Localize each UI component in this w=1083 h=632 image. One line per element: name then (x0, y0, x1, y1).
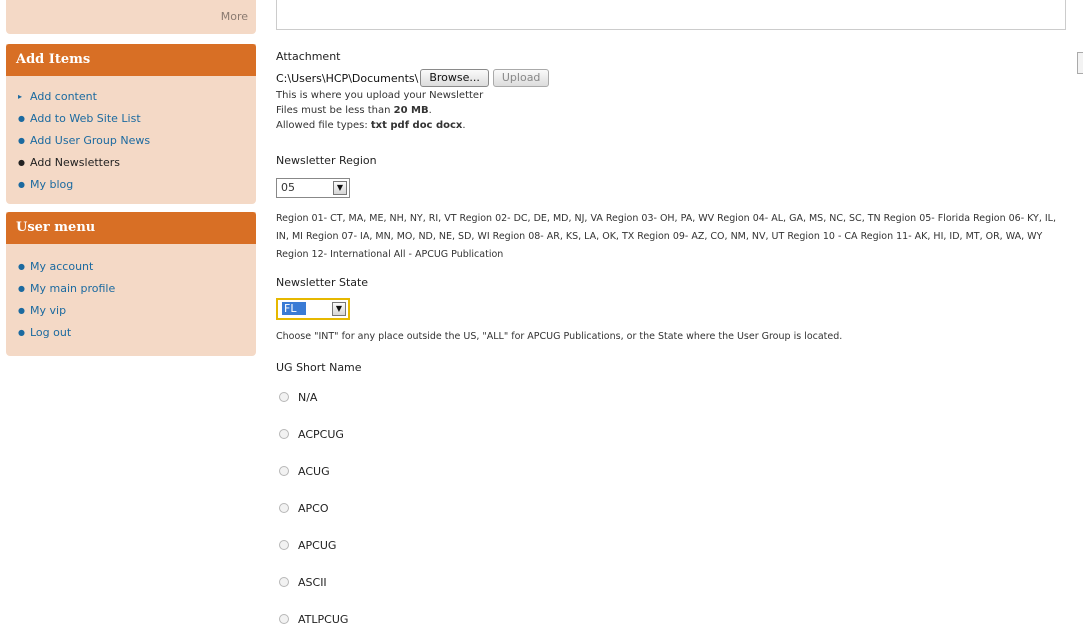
chevron-down-icon[interactable]: ▼ (333, 181, 347, 195)
chevron-down-icon[interactable]: ▼ (332, 302, 346, 316)
sidebar-item-label: Add Newsletters (30, 156, 120, 169)
help-text: . (462, 120, 466, 131)
radio-label: ACUG (298, 464, 330, 478)
upload-button[interactable]: Upload (492, 69, 550, 87)
state-select[interactable]: FL ▼ (276, 298, 350, 320)
dot-bullet-icon: ● (18, 158, 25, 167)
sidebar-item-add-web-site-list[interactable]: ● Add to Web Site List (16, 108, 246, 130)
help-text: Allowed file types: (276, 120, 371, 131)
region-label: Newsletter Region (276, 154, 377, 167)
add-items-title: Add Items (6, 44, 256, 76)
add-items-block: Add Items ▸ Add content ● Add to Web Site … (6, 44, 256, 204)
file-path-input[interactable]: C:\Users\HCP\Documents\ (276, 72, 418, 85)
radio-acug[interactable]: ACUG (279, 463, 330, 479)
attachment-help-3: Allowed file types: txt pdf doc docx. (276, 118, 483, 133)
sidebar-item-label: Add to Web Site List (30, 112, 141, 125)
radio-icon[interactable] (279, 466, 289, 476)
radio-label: N/A (298, 390, 318, 404)
dot-bullet-icon: ● (18, 180, 25, 189)
sidebar-item-my-main-profile[interactable]: ● My main profile (16, 278, 246, 300)
region-help: Region 01- CT, MA, ME, NH, NY, RI, VT Re… (276, 213, 1056, 260)
attachment-help: This is where you upload your Newsletter… (276, 88, 483, 133)
radio-label: ACPCUG (298, 427, 344, 441)
radio-label: ASCII (298, 575, 327, 589)
dot-bullet-icon: ● (18, 136, 25, 145)
radio-icon[interactable] (279, 392, 289, 402)
sidebar-item-label: My vip (30, 304, 67, 317)
browse-button[interactable]: Browse... (420, 69, 489, 87)
user-menu-block: User menu ● My account ● My main profile ●… (6, 212, 256, 356)
sidebar-item-my-vip[interactable]: ● My vip (16, 300, 246, 322)
sidebar-item-label: Log out (30, 326, 72, 339)
radio-icon[interactable] (279, 614, 289, 624)
sidebar-item-label: My account (30, 260, 94, 273)
radio-label: APCO (298, 501, 329, 515)
radio-label: APCUG (298, 538, 337, 552)
sidebar-item-label: Add content (30, 90, 97, 103)
radio-acpcug[interactable]: ACPCUG (279, 426, 344, 442)
dot-bullet-icon: ● (18, 262, 25, 271)
radio-na[interactable]: N/A (279, 389, 317, 405)
sidebar: More Add Items ▸ Add content ● Add to Web … (6, 0, 256, 364)
region-select-value: 05 (281, 181, 295, 194)
state-select-value: FL (282, 302, 307, 315)
user-menu-title: User menu (6, 212, 256, 244)
attachment-help-1: This is where you upload your Newsletter (276, 90, 484, 101)
sidebar-item-my-account[interactable]: ● My account (16, 256, 246, 278)
help-text: Files must be less than (276, 105, 394, 116)
sidebar-item-label: Add User Group News (30, 134, 151, 147)
radio-icon[interactable] (279, 540, 289, 550)
dot-bullet-icon: ● (18, 328, 25, 337)
sidebar-item-add-newsletters[interactable]: ● Add Newsletters (16, 152, 246, 174)
help-types: txt pdf doc docx (370, 120, 463, 131)
scrollbar-handle[interactable] (1077, 52, 1083, 74)
sidebar-item-label: My main profile (30, 282, 116, 295)
sidebar-item-label: My blog (30, 178, 74, 191)
sidebar-item-add-user-group-news[interactable]: ● Add User Group News (16, 130, 246, 152)
radio-icon[interactable] (279, 577, 289, 587)
sidebar-item-my-blog[interactable]: ● My blog (16, 174, 246, 196)
more-link[interactable]: More (221, 10, 248, 23)
radio-atlpcug[interactable]: ATLPCUG (279, 611, 348, 627)
attachment-row: C:\Users\HCP\Documents\ Browse... Upload (276, 68, 550, 88)
state-label: Newsletter State (276, 276, 369, 289)
attachment-label: Attachment (276, 50, 341, 63)
help-size: 20 MB (393, 105, 429, 116)
state-help: Choose "INT" for any place outside the U… (276, 331, 843, 342)
attachment-help-2: Files must be less than 20 MB. (276, 103, 483, 118)
radio-label: ATLPCUG (298, 612, 349, 626)
add-items-list: ▸ Add content ● Add to Web Site List ● Add … (16, 86, 246, 196)
sidebar-item-log-out[interactable]: ● Log out (16, 322, 246, 344)
sidebar-top-block: More (6, 0, 256, 34)
ug-short-name-label: UG Short Name (276, 361, 362, 374)
radio-ascii[interactable]: ASCII (279, 574, 327, 590)
radio-icon[interactable] (279, 429, 289, 439)
triangle-bullet-icon: ▸ (18, 92, 23, 101)
region-select[interactable]: 05 ▼ (276, 178, 350, 198)
radio-icon[interactable] (279, 503, 289, 513)
dot-bullet-icon: ● (18, 284, 25, 293)
radio-apcug[interactable]: APCUG (279, 537, 336, 553)
radio-apco[interactable]: APCO (279, 500, 329, 516)
dot-bullet-icon: ● (18, 306, 25, 315)
user-menu-list: ● My account ● My main profile ● My vip ● Lo… (16, 256, 246, 344)
sidebar-item-add-content[interactable]: ▸ Add content (16, 86, 246, 108)
body-textarea[interactable] (276, 0, 1066, 30)
help-text: . (428, 105, 432, 116)
dot-bullet-icon: ● (18, 114, 25, 123)
